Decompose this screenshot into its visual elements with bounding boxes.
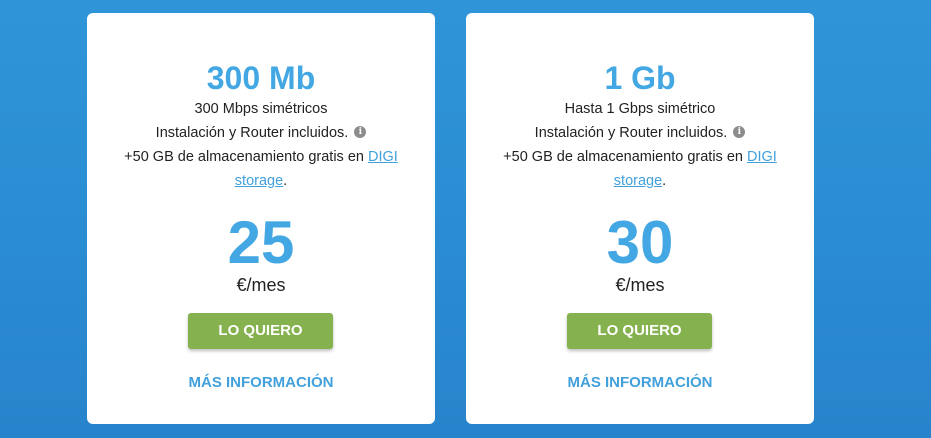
digi-storage-link[interactable]: DIGI [368, 149, 398, 165]
plan-title: 300 Mb [206, 60, 316, 96]
feature-storage-cont: storage. [87, 169, 435, 193]
feature-installation-text: Instalación y Router incluidos. [155, 125, 349, 141]
feature-storage: +50 GB de almacenamiento gratis en DIGI [466, 145, 814, 169]
info-icon[interactable]: i [354, 126, 367, 138]
plan-title: 1 Gb [604, 60, 676, 96]
digi-storage-link-cont[interactable]: storage [614, 173, 662, 189]
price-unit: €/mes [236, 275, 286, 295]
feature-storage: +50 GB de almacenamiento gratis en DIGI [87, 145, 435, 169]
feature-installation-text: Instalación y Router incluidos. [534, 125, 728, 141]
price-unit: €/mes [615, 275, 665, 295]
lo-quiero-button[interactable]: LO QUIERO [188, 313, 333, 349]
feature-speed: Hasta 1 Gbps simétrico [564, 101, 716, 117]
price-value: 25 [227, 209, 295, 276]
price-value: 30 [606, 209, 674, 276]
digi-storage-link-cont[interactable]: storage [235, 173, 283, 189]
mas-informacion-link[interactable]: MÁS INFORMACIÓN [466, 373, 814, 393]
info-icon[interactable]: i [733, 126, 746, 138]
feature-storage-text: +50 GB de almacenamiento gratis en [124, 149, 368, 165]
digi-storage-link[interactable]: DIGI [747, 149, 777, 165]
mas-informacion-link[interactable]: MÁS INFORMACIÓN [87, 373, 435, 393]
feature-installation: Instalación y Router incluidos. i [466, 121, 814, 145]
plan-features: Hasta 1 Gbps simétrico Instalación y Rou… [466, 97, 814, 193]
lo-quiero-button[interactable]: LO QUIERO [567, 313, 712, 349]
plan-features: 300 Mbps simétricos Instalación y Router… [87, 97, 435, 193]
plan-card-1gb: 1 Gb Hasta 1 Gbps simétrico Instalación … [466, 13, 814, 424]
feature-speed: 300 Mbps simétricos [194, 101, 328, 117]
feature-installation: Instalación y Router incluidos. i [87, 121, 435, 145]
feature-storage-cont: storage. [466, 169, 814, 193]
feature-storage-period: . [283, 173, 288, 189]
feature-storage-period: . [662, 173, 667, 189]
feature-storage-text: +50 GB de almacenamiento gratis en [503, 149, 747, 165]
plan-card-300mb: 300 Mb 300 Mbps simétricos Instalación y… [87, 13, 435, 424]
